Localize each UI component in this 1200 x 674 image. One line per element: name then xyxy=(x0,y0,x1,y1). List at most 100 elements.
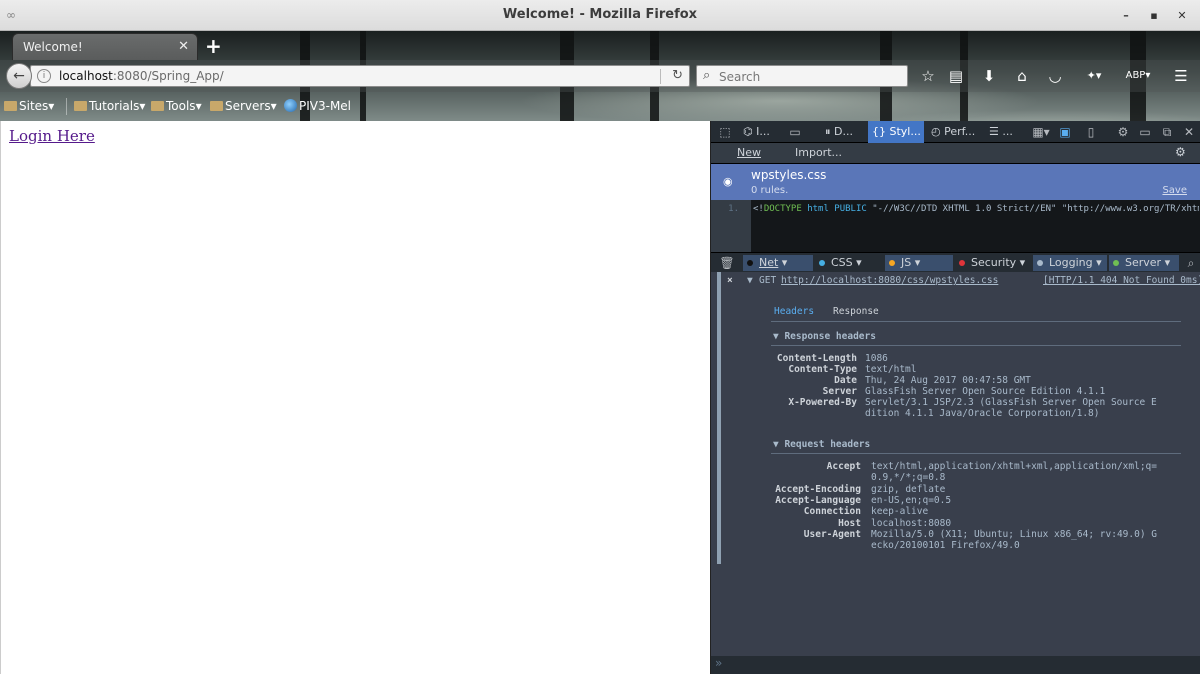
header-value-continued: ecko/20100101 Firefox/49.0 xyxy=(871,540,1020,551)
line-number: 1. xyxy=(711,200,751,252)
trash-icon[interactable]: 🗑 xyxy=(717,253,737,273)
bookmark-label: Servers xyxy=(225,99,271,113)
downloads-icon[interactable]: ⬇ xyxy=(978,65,1000,87)
bookmark-tutorials[interactable]: Tutorials▾ xyxy=(74,99,145,113)
tab-style-editor[interactable]: {} Styl... xyxy=(868,121,924,143)
bookmarks-menu-icon[interactable]: ▤ xyxy=(945,65,967,87)
tab-performance[interactable]: ◴ Perf... xyxy=(927,121,981,143)
url-path: :8080/Spring_App/ xyxy=(112,69,224,83)
back-button[interactable]: ← xyxy=(6,63,32,89)
search-icon: ⌕ xyxy=(703,68,711,83)
tab-welcome[interactable]: Welcome! ✕ xyxy=(12,33,198,60)
tab-network[interactable]: ☰ ... xyxy=(985,121,1021,143)
adblock-icon[interactable]: ABP▾ xyxy=(1118,65,1158,87)
css-dot-icon xyxy=(819,260,825,266)
style-editor-toolbar: New Import... ⚙ xyxy=(711,143,1200,164)
bookmark-tools[interactable]: Tools▾ xyxy=(151,99,202,113)
tab-debugger[interactable]: ⏸ D... xyxy=(821,121,865,143)
devtools-close-icon[interactable]: ✕ xyxy=(1179,121,1199,143)
search-bar[interactable]: ⌕ Search xyxy=(696,65,908,87)
code-prefix: <! xyxy=(753,204,764,214)
console-search-icon[interactable]: ⌕ xyxy=(1181,253,1200,273)
pocket-icon[interactable]: ◡ xyxy=(1044,65,1066,87)
save-stylesheet-link[interactable]: Save xyxy=(1162,185,1187,196)
bookmark-piv3-mel[interactable]: PIV3-Mel xyxy=(284,99,351,113)
bookmark-star-icon[interactable]: ☆ xyxy=(917,65,939,87)
stylesheet-editor[interactable]: 1. <!DOCTYPE html PUBLIC "-//W3C//DTD XH… xyxy=(711,200,1200,252)
response-headers-title[interactable]: ▼ Response headers xyxy=(773,331,876,342)
page-content: Login Here xyxy=(0,121,710,674)
console-icon[interactable]: ▭ xyxy=(785,121,805,143)
tab-inspector[interactable]: ⌬ I... xyxy=(739,121,779,143)
header-key: Accept xyxy=(826,461,861,472)
close-message-icon[interactable]: × xyxy=(727,275,733,286)
site-info-icon[interactable]: i xyxy=(37,69,51,83)
bookmark-sites[interactable]: Sites▾ xyxy=(4,99,54,113)
filter-label: Security xyxy=(971,256,1017,269)
folder-icon xyxy=(210,101,223,111)
console-input[interactable]: » xyxy=(711,656,1200,674)
request-status[interactable]: [HTTP/1.1 404 Not Found 0ms] xyxy=(1043,275,1200,286)
console-output: × ▼ GET http://localhost:8080/css/wpstyl… xyxy=(711,272,1200,656)
devtools-panel: ⬚ ⌬ I... ▭ ⏸ D... {} Styl... ◴ Perf... ☰… xyxy=(710,121,1200,674)
eye-icon[interactable]: ◉ xyxy=(723,175,733,188)
reload-icon[interactable]: ↻ xyxy=(672,68,683,83)
import-stylesheet-button[interactable]: Import... xyxy=(795,146,842,159)
element-picker-icon[interactable]: ⬚ xyxy=(715,121,735,143)
filter-security[interactable]: Security ▾ xyxy=(955,255,1033,271)
close-window-button[interactable]: ✕ xyxy=(1172,6,1192,26)
js-dot-icon xyxy=(889,260,895,266)
filter-logging[interactable]: Logging ▾ xyxy=(1033,255,1107,271)
responsive-mode-icon[interactable]: ▯ xyxy=(1081,121,1101,143)
tab-response[interactable]: Response xyxy=(833,306,879,317)
code-line[interactable]: <!DOCTYPE html PUBLIC "-//W3C//DTD XHTML… xyxy=(753,204,1199,214)
performance-icon: ◴ xyxy=(931,125,945,138)
extension-dropdown-icon[interactable]: ✦▾ xyxy=(1080,65,1108,87)
dock-window-icon[interactable]: ⧉ xyxy=(1157,121,1177,143)
style-options-gear-icon[interactable]: ⚙ xyxy=(1175,145,1186,159)
tab-label: D... xyxy=(834,125,853,138)
new-stylesheet-button[interactable]: New xyxy=(737,146,761,159)
bookmark-servers[interactable]: Servers▾ xyxy=(210,99,277,113)
tab-title: Welcome! xyxy=(23,40,83,54)
tab-label: Styl... xyxy=(889,125,921,138)
header-value: text/html xyxy=(865,364,917,375)
server-dot-icon xyxy=(1113,260,1119,266)
url-bar[interactable]: i localhost:8080/Spring_App/ ↻ xyxy=(30,65,690,87)
new-tab-button[interactable]: + xyxy=(205,34,222,58)
section-label: Request headers xyxy=(784,439,871,450)
filter-server[interactable]: Server ▾ xyxy=(1109,255,1179,271)
filter-js[interactable]: JS ▾ xyxy=(885,255,953,271)
filter-css[interactable]: CSS ▾ xyxy=(815,255,883,271)
filter-net[interactable]: Net ▾ xyxy=(743,255,813,271)
hamburger-menu-icon[interactable]: ☰ xyxy=(1170,65,1192,87)
header-value: gzip, deflate xyxy=(871,484,946,495)
section-label: Response headers xyxy=(784,331,876,342)
tab-headers[interactable]: Headers xyxy=(774,306,814,317)
header-value: localhost:8080 xyxy=(871,518,952,529)
login-link[interactable]: Login Here xyxy=(9,127,95,145)
folder-icon xyxy=(151,101,164,111)
url-text[interactable]: localhost:8080/Spring_App/ xyxy=(59,69,224,83)
security-dot-icon xyxy=(959,260,965,266)
tab-close-icon[interactable]: ✕ xyxy=(178,39,189,54)
url-separator xyxy=(660,69,661,84)
request-headers-title[interactable]: ▼ Request headers xyxy=(773,439,870,450)
header-value: keep-alive xyxy=(871,506,929,517)
bookmark-label: PIV3-Mel xyxy=(299,99,352,113)
stylesheet-name: wpstyles.css xyxy=(751,168,827,182)
request-url[interactable]: http://localhost:8080/css/wpstyles.css xyxy=(781,275,998,286)
filter-label: Logging xyxy=(1049,256,1093,269)
minimize-button[interactable]: – xyxy=(1116,6,1136,26)
header-key: User-Agent xyxy=(803,529,861,540)
layout-menu-icon[interactable]: ▦▾ xyxy=(1029,121,1053,143)
code-keyword: DOCTYPE xyxy=(763,204,802,214)
console-prompt-icon: » xyxy=(715,656,723,670)
maximize-button[interactable]: ▪ xyxy=(1144,6,1164,26)
dock-bottom-icon[interactable]: ▭ xyxy=(1135,121,1155,143)
stylesheet-item[interactable]: ◉ wpstyles.css 0 rules. Save xyxy=(711,164,1200,200)
scratchpad-icon[interactable]: ▣ xyxy=(1055,121,1075,143)
settings-gear-icon[interactable]: ⚙ xyxy=(1113,121,1133,143)
home-icon[interactable]: ⌂ xyxy=(1011,65,1033,87)
expand-arrow-icon[interactable]: ▼ xyxy=(747,275,753,286)
